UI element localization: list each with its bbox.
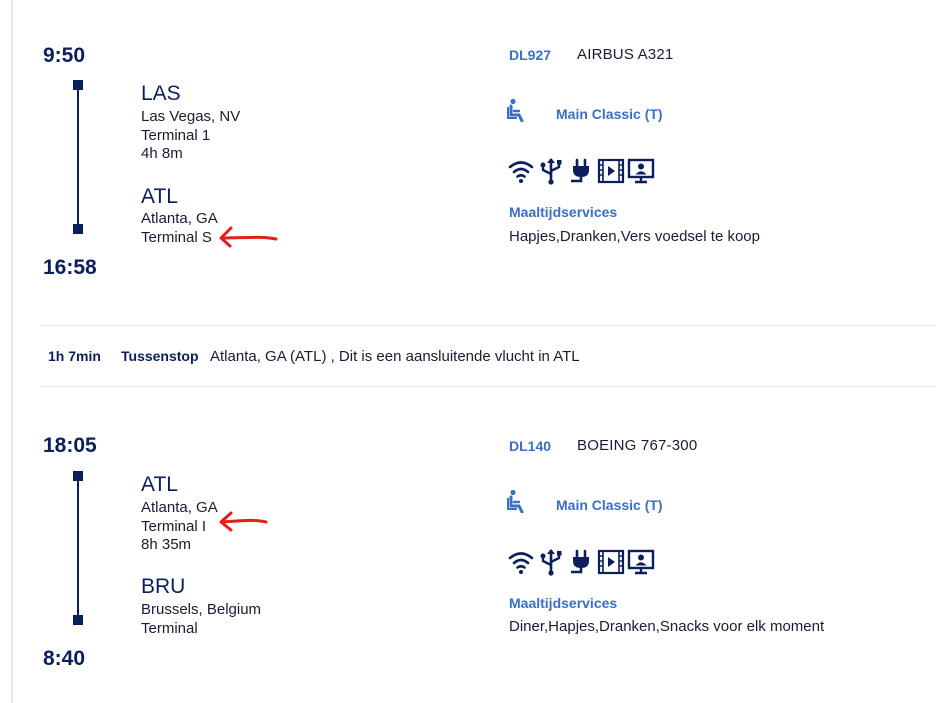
origin-airport-code: ATL [141,473,178,496]
layover-duration: 1h 7min [48,348,101,364]
seat-icon [507,489,524,513]
meal-services-text: Diner,Hapjes,Dranken,Snacks voor elk mom… [509,618,825,635]
destination-airport-code: BRU [141,575,186,598]
origin-details: Las Vegas, NV Terminal 1 4h 8m [141,108,240,164]
seat-icon [507,98,524,122]
amenities-row [507,548,655,576]
power-plug-icon [571,158,589,183]
aircraft-type: AIRBUS A321 [577,46,674,63]
power-plug-icon [571,549,589,574]
destination-details: Brussels, Belgium Terminal [141,601,261,638]
aircraft-type: BOEING 767-300 [577,437,698,454]
meal-services-text: Hapjes,Dranken,Vers voedsel te koop [509,228,760,245]
personal-screen-icon [627,158,655,184]
video-icon [597,549,625,575]
timeline-end-marker [73,224,83,234]
destination-terminal: Terminal [141,619,198,637]
layover-divider-bottom [40,386,936,387]
destination-city: Atlanta, GA [141,210,218,227]
flight-duration: 8h 35m [141,536,192,553]
origin-airport-code: LAS [141,82,181,105]
timeline-end-marker [73,615,83,625]
origin-details: Atlanta, GA Terminal I 8h 35m [141,499,218,555]
arrival-time: 8:40 [43,647,86,670]
flight-number-link[interactable]: DL927 [509,47,551,63]
departure-time: 18:05 [43,434,97,457]
destination-city: Brussels, Belgium [141,601,262,618]
destination-details: Atlanta, GA Terminal S [141,210,218,247]
meal-services-title: Maaltijdservices [509,204,618,220]
red-annotation-arrow [219,226,278,248]
origin-terminal: Terminal 1 [141,126,211,144]
wifi-icon [508,161,534,183]
amenities-row [507,157,655,185]
usb-icon [540,158,562,185]
layover-divider-top [40,325,936,326]
red-annotation-arrow [219,511,268,532]
timeline-line [77,476,79,620]
cabin-class-link[interactable]: Main Classic (T) [556,497,663,513]
meal-services-title: Maaltijdservices [509,595,618,611]
layover-description: Atlanta, GA (ATL) , Dit is een aansluite… [210,348,580,365]
origin-terminal: Terminal I [141,517,207,535]
flight-number-link[interactable]: DL140 [509,438,551,454]
destination-airport-code: ATL [141,185,178,208]
wifi-icon [508,552,534,574]
usb-icon [540,549,562,576]
arrival-time: 16:58 [43,256,97,279]
destination-terminal: Terminal S [141,228,212,246]
page-left-border [11,0,13,703]
departure-time: 9:50 [43,44,86,67]
cabin-class-link[interactable]: Main Classic (T) [556,106,663,122]
flight-duration: 4h 8m [141,145,183,162]
origin-city: Atlanta, GA [141,499,218,516]
timeline-line [77,85,79,229]
personal-screen-icon [627,549,655,575]
layover-label: Tussenstop [121,348,199,364]
origin-city: Las Vegas, NV [141,108,241,125]
video-icon [597,158,625,184]
